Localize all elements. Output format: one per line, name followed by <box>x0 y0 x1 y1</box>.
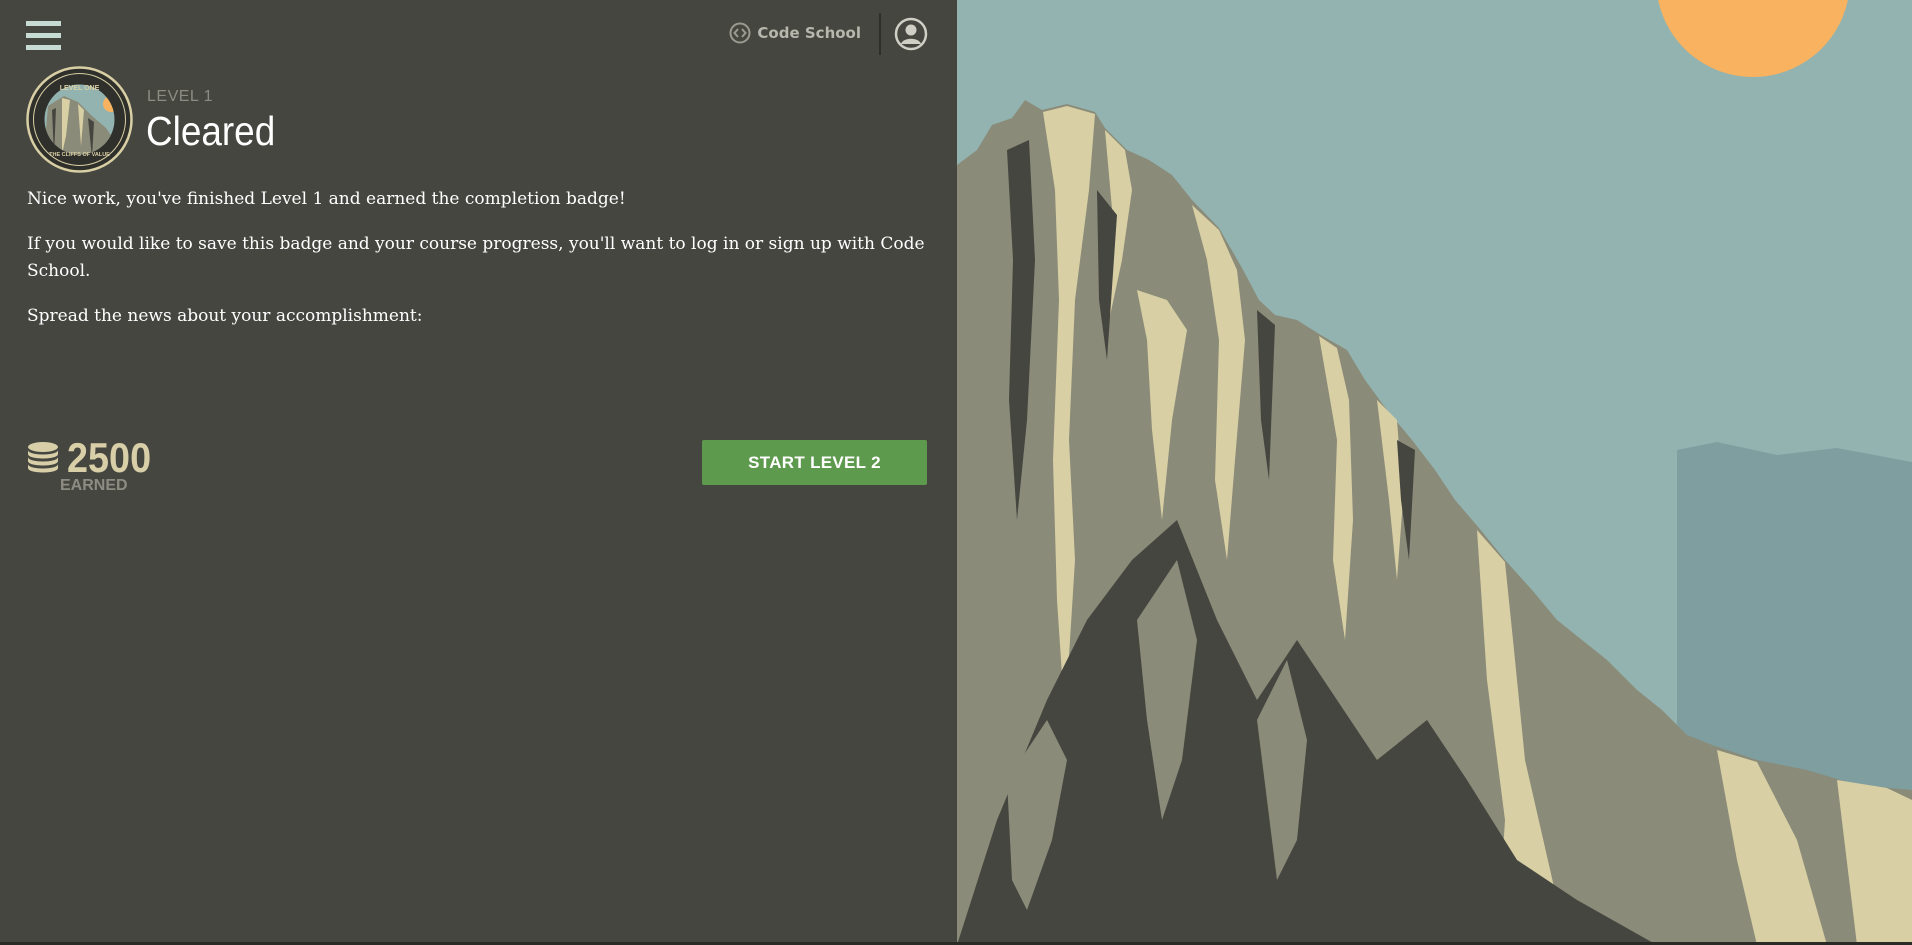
points-label: EARNED <box>60 477 128 494</box>
hamburger-menu-icon[interactable] <box>26 21 61 51</box>
badge-top-text: LEVEL ONE <box>60 85 100 92</box>
level-badge: LEVEL ONE THE CLIFFS OF VALUE <box>26 66 133 173</box>
code-school-link[interactable]: Code School <box>729 20 861 46</box>
level-complete-panel: Code School LEVEL ONE THE CLIFFS OF VALU… <box>0 0 957 945</box>
level-label: LEVEL 1 <box>147 88 214 105</box>
completion-paragraph: Nice work, you've finished Level 1 and e… <box>27 189 626 209</box>
completion-message: Nice work, you've finished Level 1 and e… <box>27 186 927 348</box>
coin-stack-icon <box>28 442 58 473</box>
brand-label: Code School <box>757 24 861 42</box>
badge-bottom-text: THE CLIFFS OF VALUE <box>49 152 110 158</box>
points-display: 2500 <box>26 437 160 479</box>
start-next-level-button[interactable]: START LEVEL 2 <box>702 440 927 485</box>
points-value: 2500 <box>67 434 152 481</box>
user-avatar-icon[interactable] <box>894 17 928 51</box>
page-title: Cleared <box>146 108 276 154</box>
cliff-illustration <box>957 0 1912 945</box>
header-divider <box>879 13 881 55</box>
code-brackets-icon <box>729 22 751 44</box>
share-paragraph: Spread the news about your accomplishmen… <box>27 306 423 326</box>
signup-paragraph: If you would like to save this badge and… <box>27 234 925 281</box>
